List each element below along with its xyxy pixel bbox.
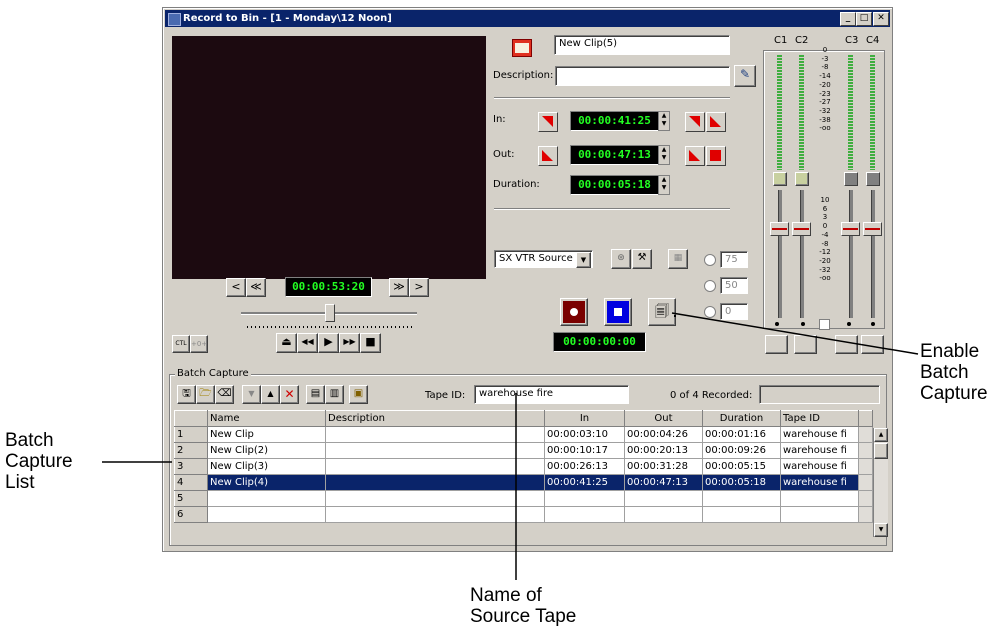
annotation-line: List	[5, 472, 35, 493]
annotation-line: Batch	[5, 430, 54, 451]
annotation-source-tape: Name of Source Tape	[470, 585, 576, 627]
annotation-batch-list: Batch Capture List	[5, 430, 73, 493]
leader-enable-batch	[671, 312, 919, 355]
annotation-line: Name of	[470, 585, 542, 606]
annotation-line: Capture	[5, 451, 73, 472]
leader-lines	[102, 312, 919, 580]
annotation-line: Source Tape	[470, 606, 577, 627]
